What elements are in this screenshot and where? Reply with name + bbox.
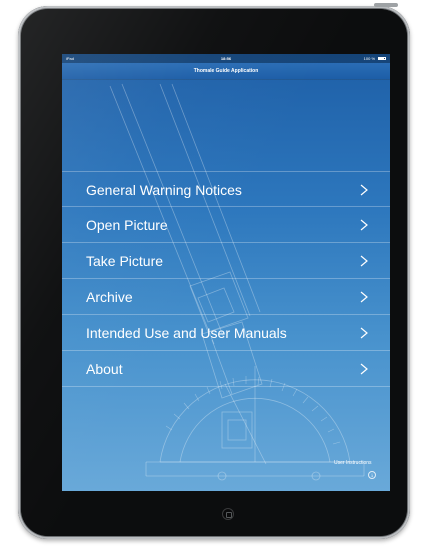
menu-item-take-picture[interactable]: Take Picture <box>62 243 390 279</box>
home-button[interactable] <box>222 508 234 520</box>
menu-item-label: About <box>86 361 123 377</box>
menu-item-general-warning-notices[interactable]: General Warning Notices <box>62 171 390 207</box>
chevron-right-icon <box>360 255 368 267</box>
chevron-right-icon <box>360 219 368 231</box>
battery-level <box>379 58 385 59</box>
info-icon[interactable]: i <box>368 471 376 479</box>
main-menu: General Warning Notices Open Picture Tak… <box>62 171 390 387</box>
chevron-right-icon <box>360 327 368 339</box>
app-screen: iPad 18:56 100 % Thomale Guide Applicati… <box>62 54 390 491</box>
menu-item-label: General Warning Notices <box>86 182 242 198</box>
app-title: Thomale Guide Application <box>193 68 259 74</box>
menu-item-label: Take Picture <box>86 253 164 269</box>
navigation-bar: Thomale Guide Application <box>62 63 390 80</box>
chevron-right-icon <box>360 184 368 196</box>
menu-item-archive[interactable]: Archive <box>62 279 390 315</box>
menu-item-intended-use-and-user-manuals[interactable]: Intended Use and User Manuals <box>62 315 390 351</box>
chevron-right-icon <box>360 291 368 303</box>
home-square-icon <box>226 512 232 518</box>
status-bar: iPad 18:56 100 % <box>62 54 390 63</box>
menu-item-about[interactable]: About <box>62 351 390 387</box>
menu-item-label: Open Picture <box>86 217 168 233</box>
menu-item-label: Archive <box>86 289 133 305</box>
user-instructions-link[interactable]: User Instructions <box>334 460 372 466</box>
battery-percentage: 100 % <box>363 56 375 61</box>
battery-icon <box>378 57 386 60</box>
power-button[interactable] <box>374 3 398 7</box>
menu-item-label: Intended Use and User Manuals <box>86 325 287 341</box>
menu-item-open-picture[interactable]: Open Picture <box>62 207 390 243</box>
chevron-right-icon <box>360 363 368 375</box>
status-time: 18:56 <box>220 56 232 61</box>
